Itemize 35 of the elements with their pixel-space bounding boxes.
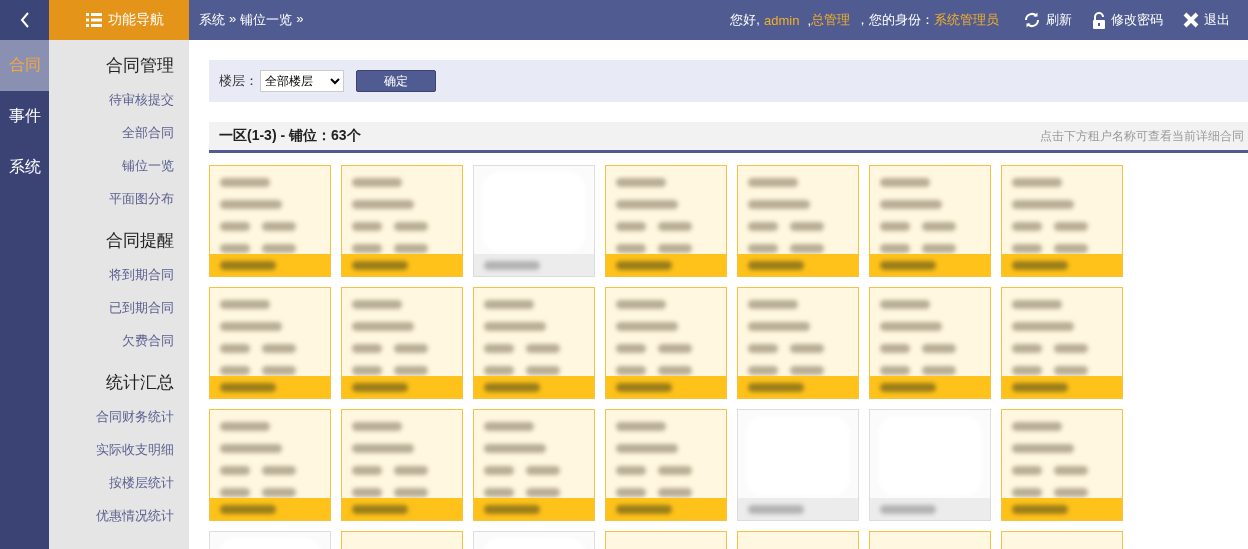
rail-tab[interactable]: 系统 (0, 142, 49, 193)
lock-button[interactable]: 修改密码 (1092, 11, 1163, 29)
menu-item[interactable]: 实际收支明细 (96, 442, 174, 457)
menu-item[interactable]: 欠费合同 (122, 333, 174, 348)
refresh-button[interactable]: 刷新 (1023, 11, 1072, 29)
menu-item[interactable]: 将到期合同 (109, 267, 174, 282)
greeting-text: 您好, (730, 11, 760, 29)
menu-heading: 统计汇总 (105, 372, 174, 394)
breadcrumb-separator: » (296, 11, 304, 28)
floor-select[interactable]: 全部楼层 (260, 70, 344, 92)
org-name: 总管理 (811, 11, 850, 29)
rail-tab[interactable]: 事件 (0, 91, 49, 142)
menu-item[interactable]: 待审核提交 (109, 92, 174, 107)
breadcrumb-separator: » (229, 11, 237, 28)
breadcrumb-link[interactable]: 铺位一览 (240, 11, 293, 29)
menu-item[interactable]: 按楼层统计 (109, 475, 174, 490)
separator-text: , (807, 12, 811, 28)
menu-item[interactable]: 全部合同 (122, 125, 174, 140)
nav-title: 功能导航 (108, 11, 164, 29)
role-name: 系统管理员 (934, 11, 999, 29)
section-title: 一区(1-3) - 铺位：63个 (219, 127, 361, 145)
menu-item[interactable]: 已到期合同 (109, 300, 174, 315)
breadcrumb-link[interactable]: 系统 (199, 11, 225, 29)
user-name: admin (763, 12, 800, 28)
hint-text: 点击下方租户名称可查看当前详细合同 (1040, 127, 1244, 145)
menu-item[interactable]: 优惠情况统计 (96, 508, 174, 523)
menu-heading: 合同提醒 (105, 230, 174, 252)
role-label: ，您的身份： (856, 11, 934, 29)
menu-item[interactable]: 铺位一览 (122, 158, 174, 173)
confirm-button[interactable]: 确定 (356, 70, 436, 92)
menu-item[interactable]: 合同财务统计 (96, 409, 174, 424)
floor-label: 楼层： (219, 72, 258, 90)
exit-button[interactable]: 退出 (1183, 11, 1230, 29)
menu-heading: 合同管理 (105, 55, 174, 77)
menu-item[interactable]: 平面图分布 (109, 191, 174, 206)
